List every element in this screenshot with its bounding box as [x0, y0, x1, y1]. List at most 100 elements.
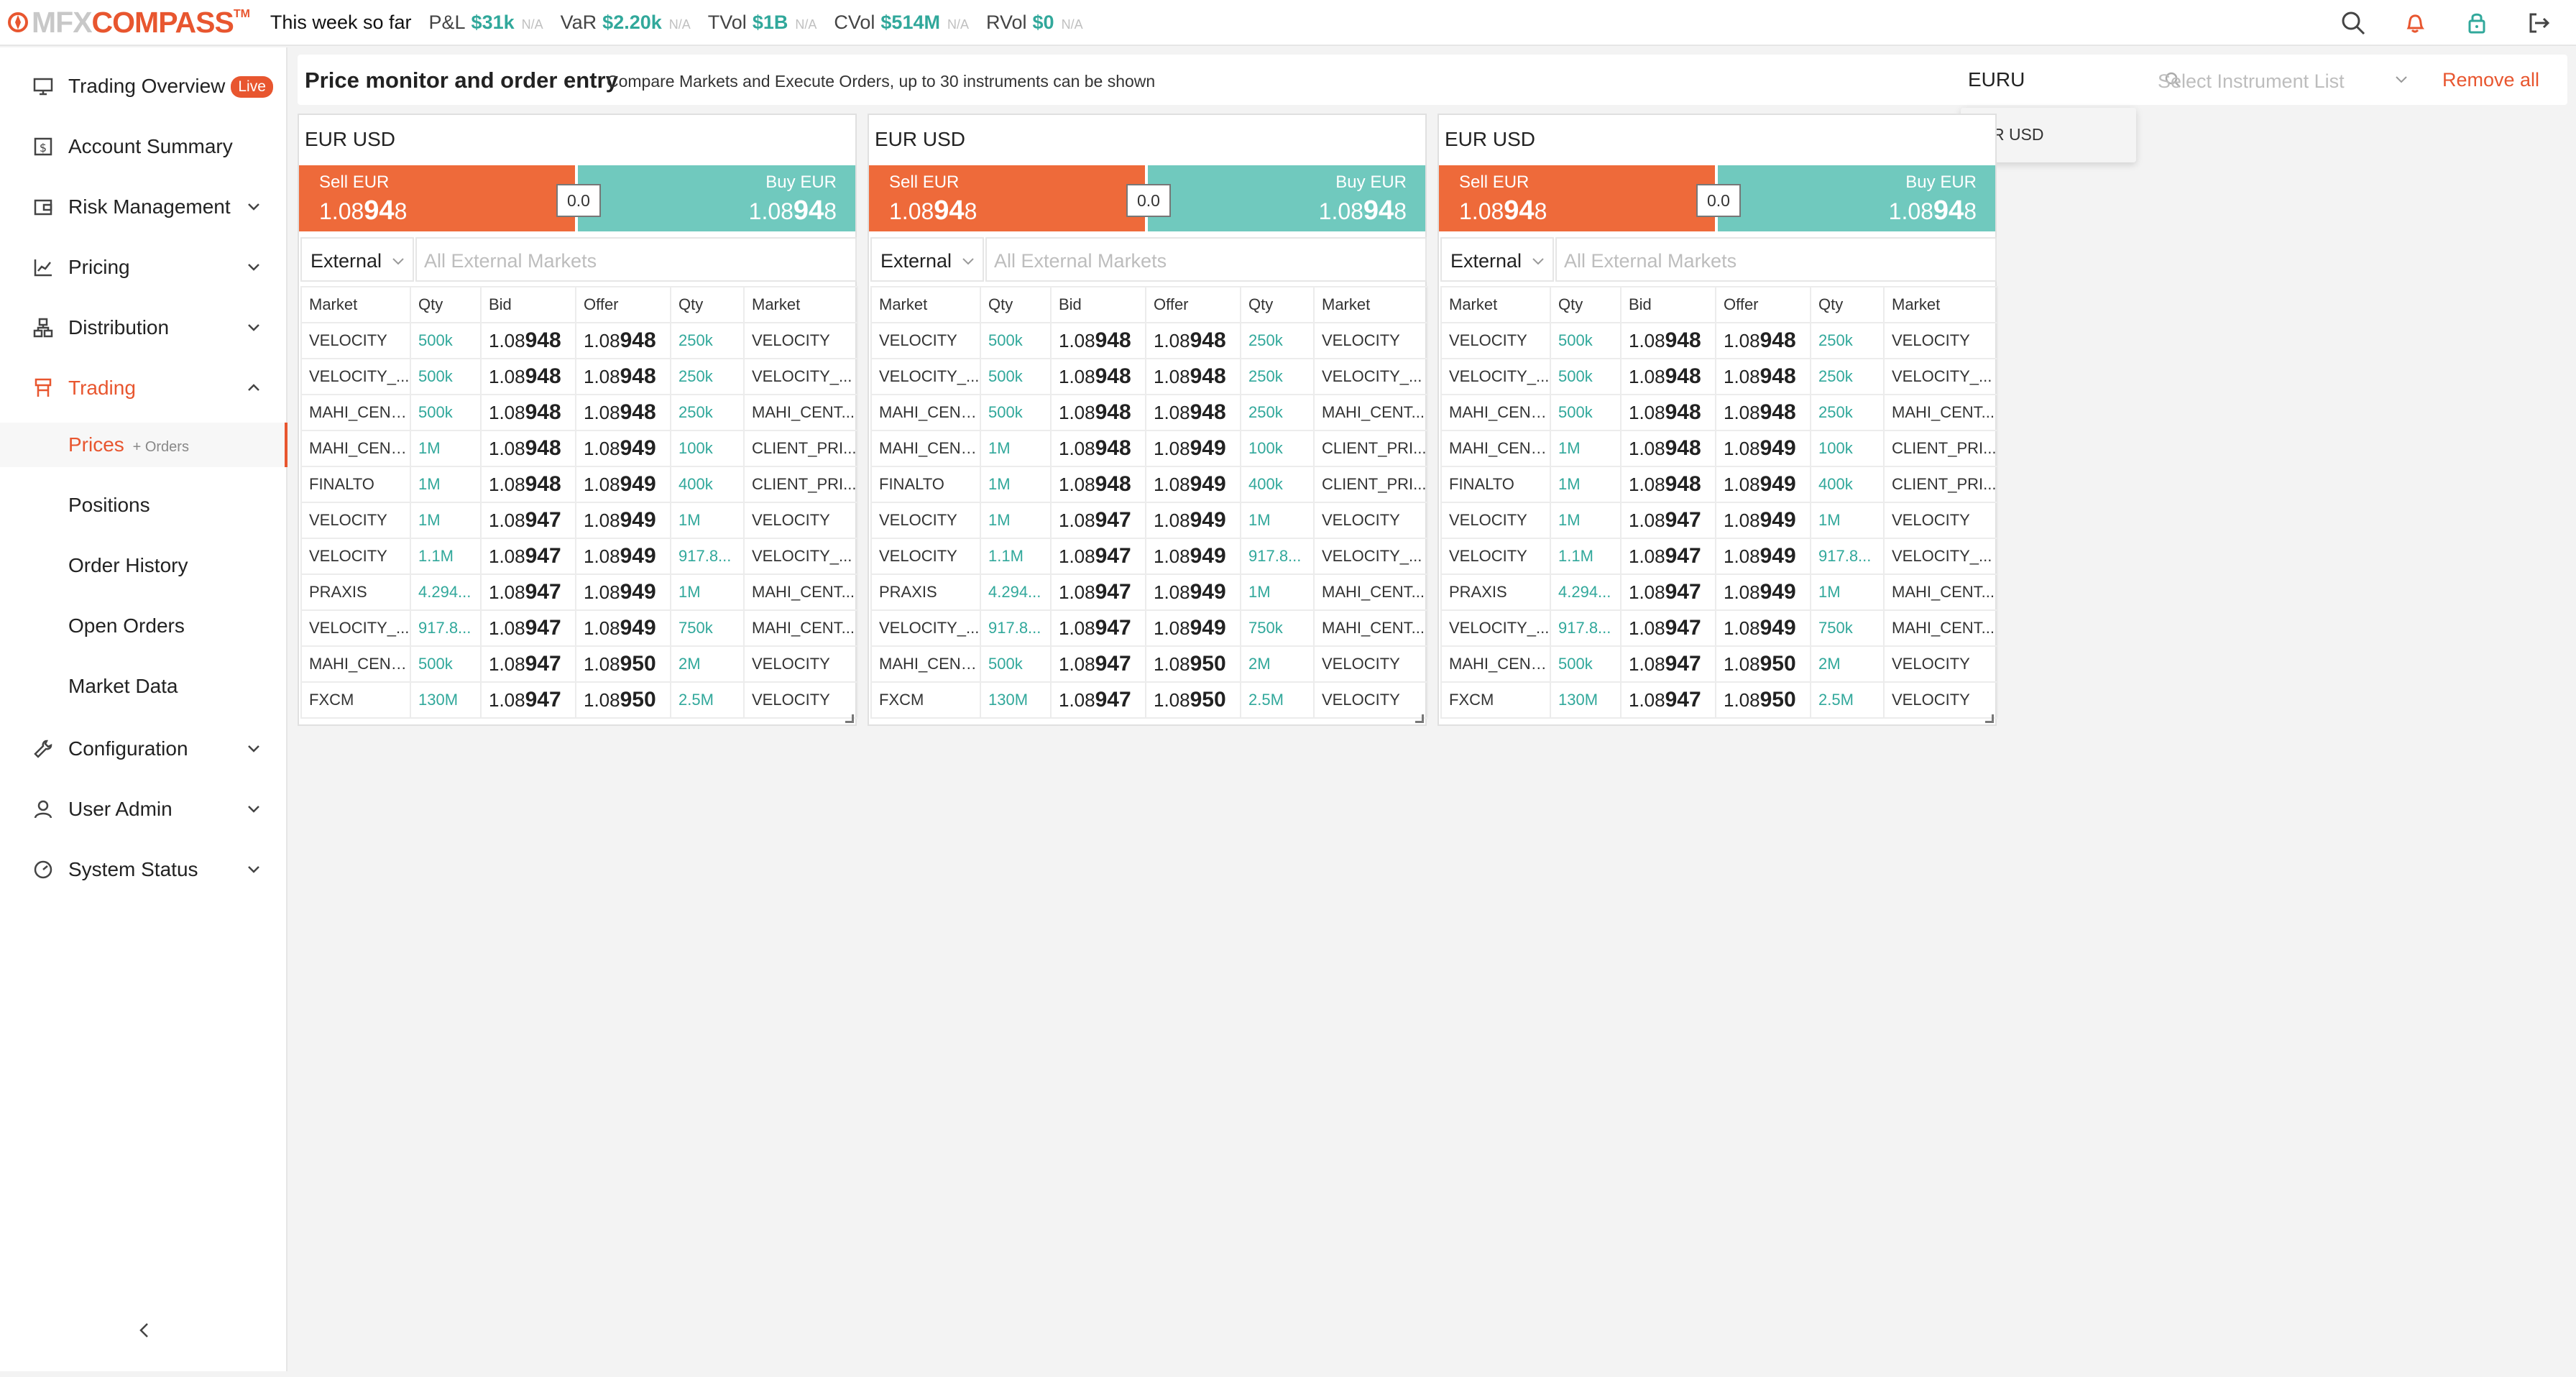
offer-qty-cell: 250k: [670, 394, 745, 431]
offer-price-cell: 1.08949: [1715, 430, 1811, 467]
table-row[interactable]: MAHI_CENT... 1M 1.08948 1.08949 100k CLIENT_P…: [300, 430, 858, 467]
table-row[interactable]: MAHI_CENT... 500k 1.08948 1.08948 250k MAHI_C…: [870, 394, 1428, 431]
offer-qty-cell: 100k: [1810, 430, 1885, 467]
sidebar-subitem-open-orders[interactable]: Open Orders: [0, 604, 288, 648]
table-row[interactable]: VELOCITY_... 500k 1.08948 1.08948 250k VELOCI…: [300, 358, 858, 395]
table-row[interactable]: MAHI_CENT... 1M 1.08948 1.08949 100k CLIENT_P…: [870, 430, 1428, 467]
spread-value: 0.0: [1696, 184, 1741, 217]
table-row[interactable]: VELOCITY_... 500k 1.08948 1.08948 250k VELOCI…: [870, 358, 1428, 395]
table-row[interactable]: VELOCITY 500k 1.08948 1.08948 250k VELOCITY: [870, 322, 1428, 359]
table-row[interactable]: VELOCITY_... 917.8... 1.08947 1.08949 750k MA…: [300, 609, 858, 647]
offer-market-cell: CLIENT_PRI...: [1883, 466, 1998, 503]
bid-qty-cell: 130M: [1550, 681, 1622, 719]
collapse-sidebar-icon[interactable]: [134, 1320, 155, 1341]
table-row[interactable]: FXCM 130M 1.08947 1.08950 2.5M VELOCITY: [300, 681, 858, 719]
table-row[interactable]: MAHI_CENT... 500k 1.08947 1.08950 2M VELOCITY: [1440, 645, 1998, 683]
sidebar-subitem-positions[interactable]: Positions: [0, 483, 288, 528]
offer-qty-cell: 2M: [1810, 645, 1885, 683]
resize-handle-icon[interactable]: [1415, 714, 1424, 723]
quotes-table: Market Qty Bid Offer Qty Market VELOCITY 500k 1…: [870, 286, 1428, 719]
markets-filter-input[interactable]: All External Markets: [415, 237, 857, 282]
sidebar-item-label: System Status: [68, 858, 198, 880]
offer-price-cell: 1.08948: [1145, 358, 1241, 395]
table-row[interactable]: PRAXIS 4.294... 1.08947 1.08949 1M MAHI_CENT.…: [1440, 574, 1998, 611]
bid-price-cell: 1.08947: [1620, 538, 1716, 575]
table-row[interactable]: VELOCITY 1M 1.08947 1.08949 1M VELOCITY: [300, 502, 858, 539]
offer-qty-cell: 1M: [1240, 502, 1315, 539]
sidebar-item-configuration[interactable]: Configuration: [0, 727, 288, 770]
table-row[interactable]: FINALTO 1M 1.08948 1.08949 400k CLIENT_PRI...: [300, 466, 858, 503]
sidebar-item-system-status[interactable]: System Status: [0, 848, 288, 891]
metric-cvol: CVol $514M N/A: [834, 11, 969, 34]
table-row[interactable]: VELOCITY 500k 1.08948 1.08948 250k VELOCITY: [1440, 322, 1998, 359]
instrument-search-input[interactable]: [1962, 59, 2149, 101]
bid-market-cell: MAHI_CENT...: [1440, 645, 1551, 683]
table-row[interactable]: VELOCITY 1.1M 1.08947 1.08949 917.8... VELOCI…: [870, 538, 1428, 575]
offer-market-cell: VELOCITY_...: [1313, 358, 1428, 395]
svg-text:$: $: [40, 141, 47, 155]
table-row[interactable]: MAHI_CENT... 1M 1.08948 1.08949 100k CLIENT_P…: [1440, 430, 1998, 467]
offer-qty-cell: 250k: [1240, 358, 1315, 395]
sidebar-item-trading[interactable]: Trading: [0, 367, 288, 410]
offer-price-cell: 1.08950: [575, 681, 671, 719]
table-row[interactable]: VELOCITY_... 917.8... 1.08947 1.08949 750k MA…: [1440, 609, 1998, 647]
sidebar-item-pricing[interactable]: Pricing: [0, 246, 288, 289]
sidebar-subitem-prices[interactable]: Prices + Orders: [0, 423, 288, 467]
table-row[interactable]: FINALTO 1M 1.08948 1.08949 400k CLIENT_PRI...: [870, 466, 1428, 503]
offer-market-cell: VELOCITY: [1883, 645, 1998, 683]
monitor-icon: [32, 75, 55, 98]
table-row[interactable]: MAHI_CENT... 500k 1.08948 1.08948 250k MAHI_C…: [300, 394, 858, 431]
notification-bell-icon[interactable]: [2399, 7, 2431, 39]
sidebar-item-risk-management[interactable]: Risk Management: [0, 185, 288, 229]
quotes-body: VELOCITY 500k 1.08948 1.08948 250k VELOCITY VE…: [1440, 322, 1998, 719]
sell-button[interactable]: Sell EUR 1.08948: [1439, 165, 1716, 231]
live-badge: Live: [231, 76, 273, 98]
table-row[interactable]: VELOCITY 1.1M 1.08947 1.08949 917.8... VELOCI…: [1440, 538, 1998, 575]
table-row[interactable]: VELOCITY 1M 1.08947 1.08949 1M VELOCITY: [870, 502, 1428, 539]
markets-filter-input[interactable]: All External Markets: [985, 237, 1427, 282]
table-row[interactable]: VELOCITY_... 917.8... 1.08947 1.08949 750k MA…: [870, 609, 1428, 647]
buy-button[interactable]: Buy EUR 1.08948: [1148, 165, 1425, 231]
market-type-select[interactable]: External: [870, 237, 984, 282]
app-logo[interactable]: MFX COMPASS TM: [7, 0, 250, 45]
remove-all-button[interactable]: Remove all: [2442, 69, 2539, 91]
sidebar-item-user-admin[interactable]: User Admin: [0, 788, 288, 831]
table-row[interactable]: MAHI_CENT... 500k 1.08947 1.08950 2M VELOCITY: [300, 645, 858, 683]
search-icon[interactable]: [2337, 7, 2369, 39]
table-row[interactable]: VELOCITY 500k 1.08948 1.08948 250k VELOCITY: [300, 322, 858, 359]
markets-filter-input[interactable]: All External Markets: [1555, 237, 1997, 282]
logout-icon[interactable]: [2523, 7, 2554, 39]
bid-market-cell: FXCM: [300, 681, 411, 719]
resize-handle-icon[interactable]: [1985, 714, 1994, 723]
lock-icon[interactable]: [2461, 7, 2493, 39]
market-type-select[interactable]: External: [300, 237, 414, 282]
table-row[interactable]: PRAXIS 4.294... 1.08947 1.08949 1M MAHI_CENT.…: [870, 574, 1428, 611]
sidebar-item-distribution[interactable]: Distribution: [0, 306, 288, 349]
sell-button[interactable]: Sell EUR 1.08948: [869, 165, 1146, 231]
metric-na: N/A: [1061, 17, 1083, 32]
table-row[interactable]: MAHI_CENT... 500k 1.08948 1.08948 250k MAHI_C…: [1440, 394, 1998, 431]
sidebar-item-account-summary[interactable]: $ Account Summary: [0, 125, 288, 168]
buy-button[interactable]: Buy EUR 1.08948: [1718, 165, 1995, 231]
table-row[interactable]: VELOCITY 1.1M 1.08947 1.08949 917.8... VELOCI…: [300, 538, 858, 575]
instrument-list-select[interactable]: Select Instrument List: [2145, 62, 2418, 98]
bid-market-cell: MAHI_CENT...: [1440, 430, 1551, 467]
sell-button[interactable]: Sell EUR 1.08948: [299, 165, 576, 231]
bid-qty-cell: 1M: [410, 466, 482, 503]
table-row[interactable]: FINALTO 1M 1.08948 1.08949 400k CLIENT_PRI...: [1440, 466, 1998, 503]
table-row[interactable]: VELOCITY_... 500k 1.08948 1.08948 250k VELOCI…: [1440, 358, 1998, 395]
sidebar-item-trading-overview[interactable]: Trading Overview Live: [0, 65, 288, 108]
sidebar-subitem-order-history[interactable]: Order History: [0, 543, 288, 588]
resize-handle-icon[interactable]: [845, 714, 854, 723]
offer-price-cell: 1.08950: [1715, 681, 1811, 719]
table-row[interactable]: MAHI_CENT... 500k 1.08947 1.08950 2M VELOCITY: [870, 645, 1428, 683]
table-row[interactable]: VELOCITY 1M 1.08947 1.08949 1M VELOCITY: [1440, 502, 1998, 539]
sidebar-subitem-market-data[interactable]: Market Data: [0, 664, 288, 709]
bid-price-cell: 1.08948: [1620, 322, 1716, 359]
market-type-select[interactable]: External: [1440, 237, 1554, 282]
buy-button[interactable]: Buy EUR 1.08948: [578, 165, 855, 231]
table-row[interactable]: FXCM 130M 1.08947 1.08950 2.5M VELOCITY: [1440, 681, 1998, 719]
table-row[interactable]: PRAXIS 4.294... 1.08947 1.08949 1M MAHI_CENT.…: [300, 574, 858, 611]
table-row[interactable]: FXCM 130M 1.08947 1.08950 2.5M VELOCITY: [870, 681, 1428, 719]
offer-qty-cell: 1M: [1810, 574, 1885, 611]
